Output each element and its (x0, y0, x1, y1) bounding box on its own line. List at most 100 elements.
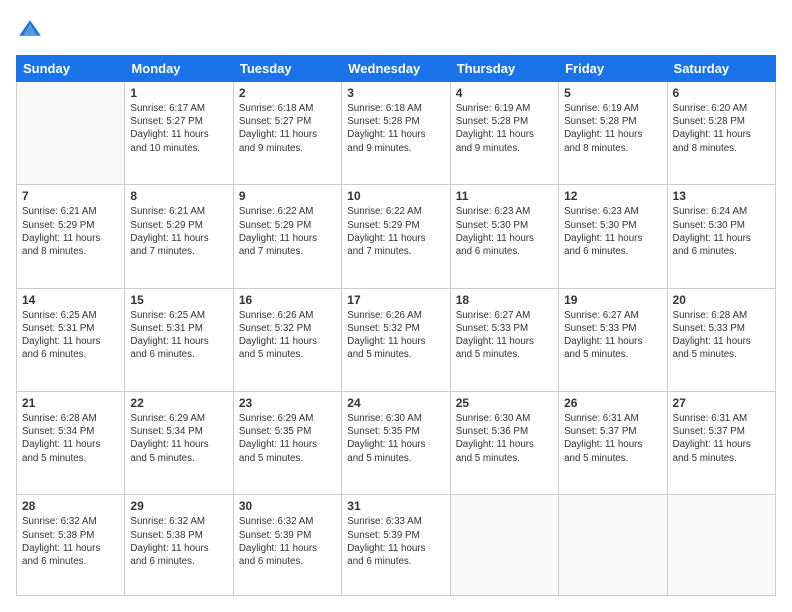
day-info: Sunrise: 6:20 AMSunset: 5:28 PMDaylight:… (673, 102, 770, 155)
day-info: Sunrise: 6:29 AMSunset: 5:34 PMDaylight:… (130, 412, 227, 465)
day-number: 15 (130, 293, 227, 307)
calendar-week-2: 7 Sunrise: 6:21 AMSunset: 5:29 PMDaylight… (17, 185, 776, 288)
day-info: Sunrise: 6:28 AMSunset: 5:33 PMDaylight:… (673, 309, 770, 362)
calendar-cell: 18 Sunrise: 6:27 AMSunset: 5:33 PMDayligh… (450, 288, 558, 391)
day-info: Sunrise: 6:22 AMSunset: 5:29 PMDaylight:… (347, 205, 444, 258)
day-number: 27 (673, 396, 770, 410)
day-number: 7 (22, 189, 119, 203)
weekday-header-saturday: Saturday (667, 56, 775, 82)
day-number: 11 (456, 189, 553, 203)
calendar-cell: 13 Sunrise: 6:24 AMSunset: 5:30 PMDayligh… (667, 185, 775, 288)
weekday-header-sunday: Sunday (17, 56, 125, 82)
calendar-cell (559, 495, 667, 596)
calendar-cell: 26 Sunrise: 6:31 AMSunset: 5:37 PMDayligh… (559, 392, 667, 495)
calendar-cell: 27 Sunrise: 6:31 AMSunset: 5:37 PMDayligh… (667, 392, 775, 495)
calendar-week-3: 14 Sunrise: 6:25 AMSunset: 5:31 PMDayligh… (17, 288, 776, 391)
day-info: Sunrise: 6:30 AMSunset: 5:36 PMDaylight:… (456, 412, 553, 465)
calendar: SundayMondayTuesdayWednesdayThursdayFrid… (16, 55, 776, 596)
day-info: Sunrise: 6:21 AMSunset: 5:29 PMDaylight:… (22, 205, 119, 258)
day-info: Sunrise: 6:26 AMSunset: 5:32 PMDaylight:… (347, 309, 444, 362)
calendar-cell: 3Sunrise: 6:18 AMSunset: 5:28 PMDaylight… (342, 82, 450, 185)
day-info: Sunrise: 6:23 AMSunset: 5:30 PMDaylight:… (456, 205, 553, 258)
day-info: Sunrise: 6:33 AMSunset: 5:39 PMDaylight:… (347, 515, 444, 568)
calendar-cell: 22 Sunrise: 6:29 AMSunset: 5:34 PMDayligh… (125, 392, 233, 495)
day-number: 2 (239, 86, 336, 100)
calendar-cell: 15 Sunrise: 6:25 AMSunset: 5:31 PMDayligh… (125, 288, 233, 391)
weekday-header-monday: Monday (125, 56, 233, 82)
calendar-cell: 25 Sunrise: 6:30 AMSunset: 5:36 PMDayligh… (450, 392, 558, 495)
day-info: Sunrise: 6:18 AMSunset: 5:28 PMDaylight:… (347, 102, 444, 155)
calendar-cell: 7 Sunrise: 6:21 AMSunset: 5:29 PMDaylight… (17, 185, 125, 288)
calendar-cell: 24Sunrise: 6:30 AMSunset: 5:35 PMDayligh… (342, 392, 450, 495)
day-number: 17 (347, 293, 444, 307)
calendar-cell: 21 Sunrise: 6:28 AMSunset: 5:34 PMDayligh… (17, 392, 125, 495)
calendar-week-5: 28 Sunrise: 6:32 AMSunset: 5:38 PMDayligh… (17, 495, 776, 596)
calendar-cell: 2 Sunrise: 6:18 AMSunset: 5:27 PMDaylight… (233, 82, 341, 185)
day-number: 12 (564, 189, 661, 203)
day-number: 22 (130, 396, 227, 410)
day-number: 20 (673, 293, 770, 307)
day-info: Sunrise: 6:21 AMSunset: 5:29 PMDaylight:… (130, 205, 227, 258)
day-number: 18 (456, 293, 553, 307)
day-info: Sunrise: 6:25 AMSunset: 5:31 PMDaylight:… (130, 309, 227, 362)
day-info: Sunrise: 6:19 AMSunset: 5:28 PMDaylight:… (456, 102, 553, 155)
page: SundayMondayTuesdayWednesdayThursdayFrid… (0, 0, 792, 612)
day-number: 16 (239, 293, 336, 307)
day-number: 26 (564, 396, 661, 410)
day-number: 28 (22, 499, 119, 513)
calendar-cell: 8 Sunrise: 6:21 AMSunset: 5:29 PMDaylight… (125, 185, 233, 288)
day-info: Sunrise: 6:31 AMSunset: 5:37 PMDaylight:… (564, 412, 661, 465)
day-info: Sunrise: 6:23 AMSunset: 5:30 PMDaylight:… (564, 205, 661, 258)
calendar-cell (450, 495, 558, 596)
calendar-cell (667, 495, 775, 596)
day-info: Sunrise: 6:32 AMSunset: 5:38 PMDaylight:… (130, 515, 227, 568)
day-number: 30 (239, 499, 336, 513)
calendar-week-1: 1 Sunrise: 6:17 AMSunset: 5:27 PMDaylight… (17, 82, 776, 185)
calendar-cell: 5Sunrise: 6:19 AMSunset: 5:28 PMDaylight… (559, 82, 667, 185)
calendar-cell (17, 82, 125, 185)
day-number: 29 (130, 499, 227, 513)
calendar-cell: 9 Sunrise: 6:22 AMSunset: 5:29 PMDaylight… (233, 185, 341, 288)
day-info: Sunrise: 6:31 AMSunset: 5:37 PMDaylight:… (673, 412, 770, 465)
day-number: 19 (564, 293, 661, 307)
calendar-cell: 14Sunrise: 6:25 AMSunset: 5:31 PMDayligh… (17, 288, 125, 391)
day-number: 13 (673, 189, 770, 203)
day-number: 6 (673, 86, 770, 100)
day-number: 14 (22, 293, 119, 307)
day-number: 1 (130, 86, 227, 100)
calendar-cell: 30Sunrise: 6:32 AMSunset: 5:39 PMDayligh… (233, 495, 341, 596)
day-info: Sunrise: 6:18 AMSunset: 5:27 PMDaylight:… (239, 102, 336, 155)
day-number: 8 (130, 189, 227, 203)
day-info: Sunrise: 6:27 AMSunset: 5:33 PMDaylight:… (564, 309, 661, 362)
day-info: Sunrise: 6:29 AMSunset: 5:35 PMDaylight:… (239, 412, 336, 465)
day-number: 23 (239, 396, 336, 410)
calendar-cell: 19 Sunrise: 6:27 AMSunset: 5:33 PMDayligh… (559, 288, 667, 391)
calendar-cell: 28Sunrise: 6:32 AMSunset: 5:38 PMDayligh… (17, 495, 125, 596)
calendar-week-4: 21 Sunrise: 6:28 AMSunset: 5:34 PMDayligh… (17, 392, 776, 495)
day-number: 24 (347, 396, 444, 410)
weekday-header-row: SundayMondayTuesdayWednesdayThursdayFrid… (17, 56, 776, 82)
weekday-header-thursday: Thursday (450, 56, 558, 82)
calendar-cell: 23 Sunrise: 6:29 AMSunset: 5:35 PMDayligh… (233, 392, 341, 495)
calendar-cell: 4 Sunrise: 6:19 AMSunset: 5:28 PMDaylight… (450, 82, 558, 185)
day-number: 4 (456, 86, 553, 100)
calendar-cell: 1 Sunrise: 6:17 AMSunset: 5:27 PMDaylight… (125, 82, 233, 185)
day-info: Sunrise: 6:17 AMSunset: 5:27 PMDaylight:… (130, 102, 227, 155)
day-info: Sunrise: 6:28 AMSunset: 5:34 PMDaylight:… (22, 412, 119, 465)
day-info: Sunrise: 6:22 AMSunset: 5:29 PMDaylight:… (239, 205, 336, 258)
day-number: 9 (239, 189, 336, 203)
day-info: Sunrise: 6:26 AMSunset: 5:32 PMDaylight:… (239, 309, 336, 362)
weekday-header-friday: Friday (559, 56, 667, 82)
day-info: Sunrise: 6:19 AMSunset: 5:28 PMDaylight:… (564, 102, 661, 155)
calendar-cell: 20 Sunrise: 6:28 AMSunset: 5:33 PMDayligh… (667, 288, 775, 391)
calendar-cell: 17 Sunrise: 6:26 AMSunset: 5:32 PMDayligh… (342, 288, 450, 391)
weekday-header-tuesday: Tuesday (233, 56, 341, 82)
day-info: Sunrise: 6:27 AMSunset: 5:33 PMDaylight:… (456, 309, 553, 362)
calendar-cell: 12 Sunrise: 6:23 AMSunset: 5:30 PMDayligh… (559, 185, 667, 288)
day-number: 25 (456, 396, 553, 410)
calendar-cell: 29 Sunrise: 6:32 AMSunset: 5:38 PMDayligh… (125, 495, 233, 596)
calendar-cell: 16 Sunrise: 6:26 AMSunset: 5:32 PMDayligh… (233, 288, 341, 391)
day-info: Sunrise: 6:24 AMSunset: 5:30 PMDaylight:… (673, 205, 770, 258)
day-number: 21 (22, 396, 119, 410)
day-number: 31 (347, 499, 444, 513)
